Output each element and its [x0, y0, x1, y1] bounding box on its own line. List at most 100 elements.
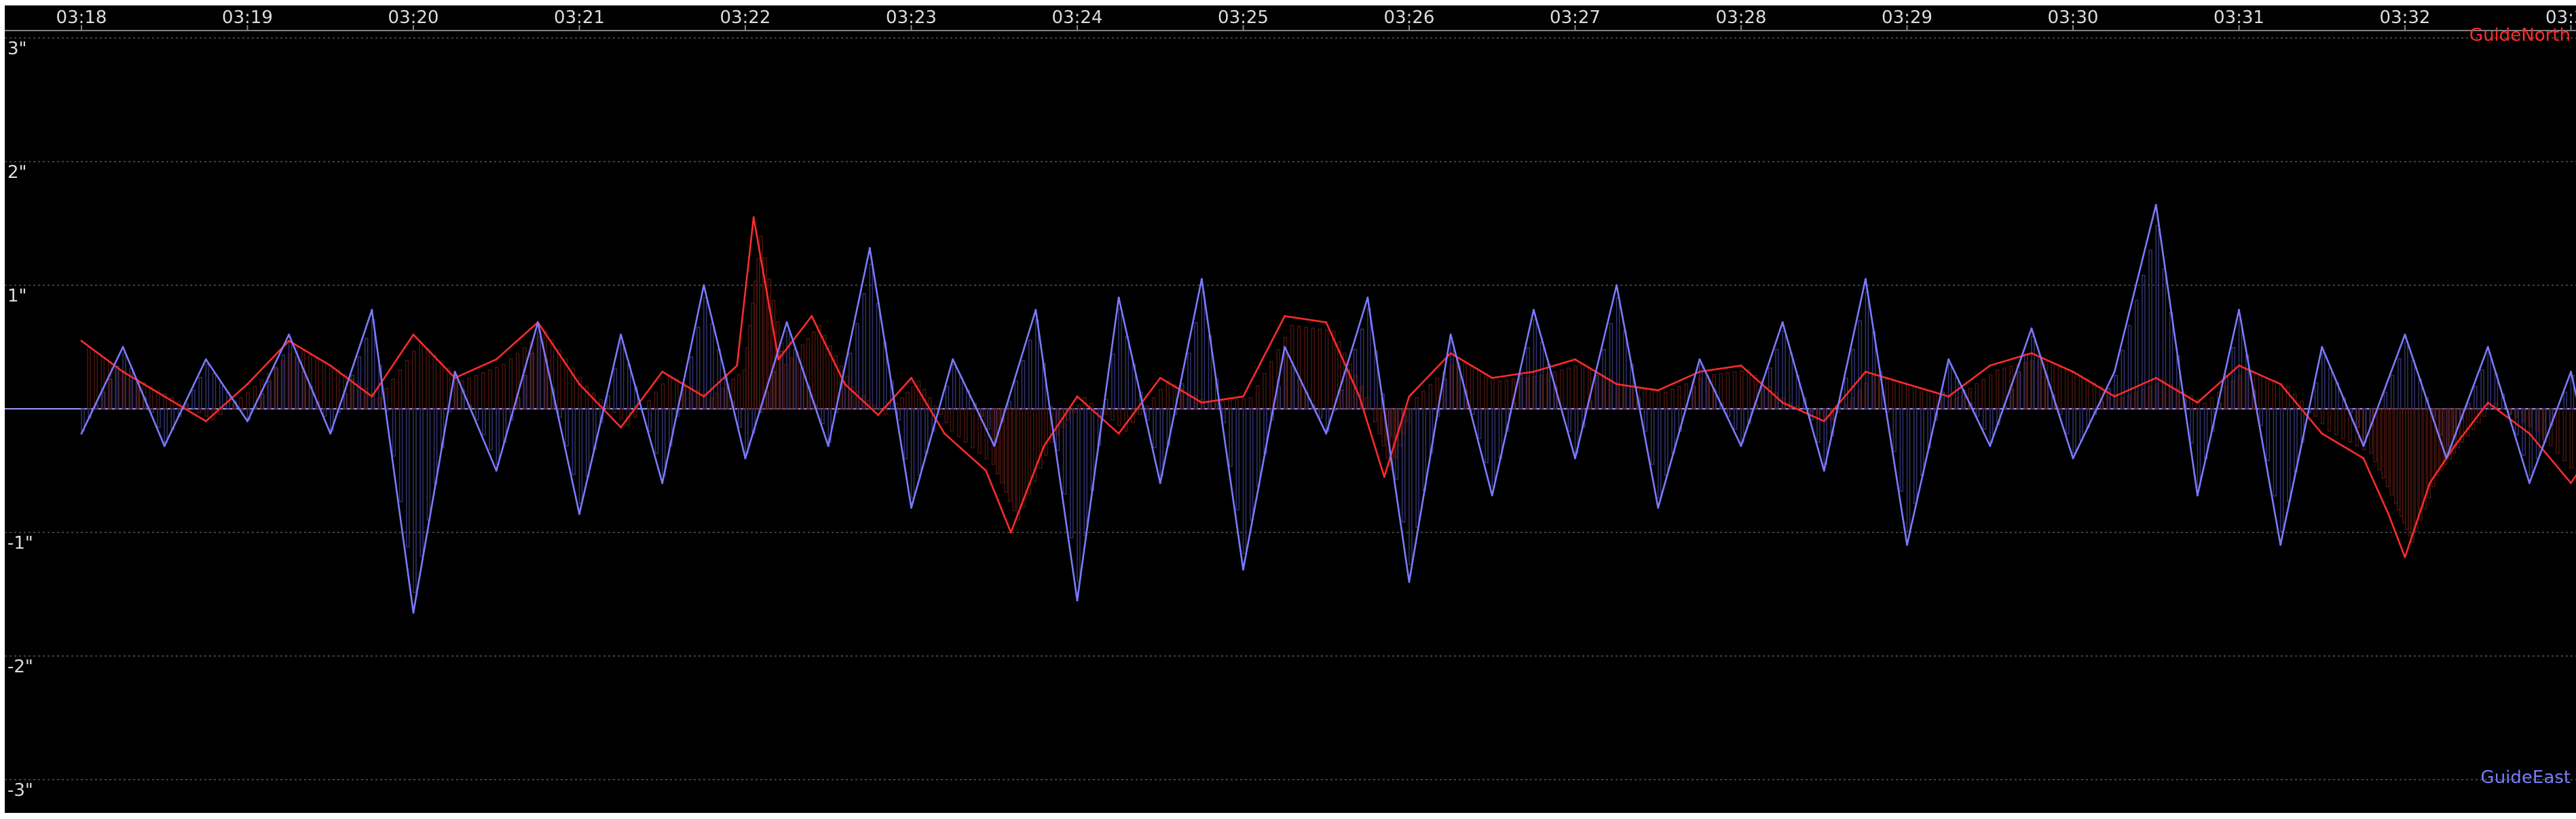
point-guide-east: [1616, 284, 1618, 287]
point-guide-north: [2030, 352, 2033, 354]
east-correction-bar: [585, 408, 590, 477]
point-guide-east: [2279, 543, 2282, 546]
north-correction-bar: [2500, 407, 2505, 410]
north-correction-bar: [1421, 390, 1425, 410]
north-correction-bar: [1138, 408, 1142, 415]
north-correction-bar: [1055, 408, 1059, 435]
east-correction-bar: [1906, 408, 1911, 532]
x-tick-label: 03:32: [2380, 7, 2431, 28]
north-correction-bar: [1200, 399, 1204, 410]
point-guide-east: [2486, 346, 2489, 348]
point-guide-north: [2321, 432, 2323, 435]
east-correction-bar: [157, 408, 161, 429]
point-guide-east: [703, 284, 705, 287]
point-guide-north: [1781, 401, 1784, 404]
north-correction-bar: [1518, 378, 1523, 410]
east-correction-bar: [903, 408, 908, 460]
point-guide-north: [2387, 513, 2390, 515]
east-correction-bar: [620, 341, 624, 410]
north-correction-bar: [1871, 375, 1875, 410]
north-correction-bar: [2377, 408, 2381, 471]
east-correction-bar: [1658, 408, 1662, 498]
east-correction-bar: [1726, 408, 1731, 417]
east-correction-bar: [1118, 308, 1122, 410]
north-correction-bar: [100, 356, 105, 410]
east-correction-bar: [1035, 319, 1039, 410]
north-correction-bar: [878, 408, 882, 411]
north-correction-bar: [1491, 376, 1495, 410]
north-correction-bar: [991, 408, 996, 465]
north-correction-bar: [2369, 408, 2373, 454]
north-correction-bar: [1207, 403, 1212, 410]
east-correction-bar: [2259, 408, 2263, 426]
point-guide-east: [2445, 457, 2448, 460]
point-guide-north: [2486, 401, 2489, 404]
north-correction-bar: [1732, 371, 1737, 410]
north-correction-bar: [405, 360, 409, 410]
north-correction-bar: [274, 366, 278, 410]
north-correction-bar: [1532, 376, 1536, 410]
north-correction-bar: [964, 408, 968, 443]
east-correction-bar: [2390, 375, 2395, 410]
point-guide-north: [371, 395, 373, 398]
east-correction-bar: [1256, 408, 1261, 488]
point-guide-east: [204, 358, 207, 361]
point-guide-north: [910, 377, 912, 379]
point-guide-north: [1947, 395, 1950, 398]
north-correction-bar: [2078, 375, 2083, 410]
east-correction-bar: [1111, 353, 1115, 410]
east-correction-bar: [1913, 408, 1918, 504]
east-correction-bar: [572, 408, 576, 475]
north-correction-bar: [1892, 380, 1896, 410]
north-correction-bar: [2569, 408, 2574, 469]
east-correction-bar: [2321, 352, 2326, 410]
north-correction-bar: [1594, 371, 1599, 410]
east-correction-bar: [2487, 352, 2491, 410]
east-correction-bar: [2294, 408, 2298, 473]
point-guide-east: [2570, 370, 2572, 373]
east-correction-bar: [164, 408, 168, 443]
point-guide-east: [785, 321, 788, 324]
north-correction-bar: [536, 335, 540, 410]
point-guide-north: [943, 432, 946, 435]
east-correction-bar: [952, 363, 956, 410]
north-correction-bar: [1449, 365, 1453, 410]
point-guide-north: [246, 383, 248, 386]
x-tick-label: 03:21: [554, 7, 605, 28]
east-correction-bar: [1242, 408, 1247, 554]
point-guide-east: [80, 432, 83, 435]
east-correction-bar: [910, 408, 915, 498]
north-correction-bar: [1242, 398, 1246, 410]
east-correction-bar: [1367, 308, 1371, 410]
x-tick-label: 03:22: [720, 7, 771, 28]
point-guide-north: [620, 426, 622, 429]
north-correction-bar: [2168, 384, 2173, 410]
point-guide-north: [1574, 358, 1576, 361]
east-correction-bar: [1975, 408, 1980, 417]
north-correction-bar: [1622, 386, 1626, 410]
point-guide-east: [371, 308, 373, 311]
north-correction-bar: [1103, 408, 1108, 415]
point-guide-north: [1284, 315, 1286, 317]
north-correction-bar: [1297, 325, 1301, 410]
east-correction-bar: [1671, 408, 1675, 454]
north-correction-bar: [784, 363, 788, 410]
north-correction-bar: [1364, 397, 1369, 410]
north-correction-bar: [1269, 361, 1273, 410]
east-correction-bar: [482, 408, 486, 435]
east-correction-bar: [1415, 408, 1419, 528]
north-correction-bar: [736, 374, 741, 410]
north-correction-bar: [2535, 408, 2539, 432]
north-correction-bar: [1004, 408, 1008, 493]
north-correction-bar: [806, 338, 810, 410]
point-guide-north: [288, 340, 291, 342]
point-guide-north: [1117, 432, 1120, 435]
east-correction-bar: [1028, 340, 1032, 410]
point-guide-north: [844, 383, 846, 386]
east-correction-bar: [1083, 408, 1087, 536]
north-correction-bar: [1428, 384, 1433, 410]
north-correction-bar: [488, 369, 492, 410]
north-correction-bar: [2203, 403, 2207, 410]
north-correction-bar: [2030, 360, 2034, 410]
east-correction-bar: [945, 386, 950, 410]
